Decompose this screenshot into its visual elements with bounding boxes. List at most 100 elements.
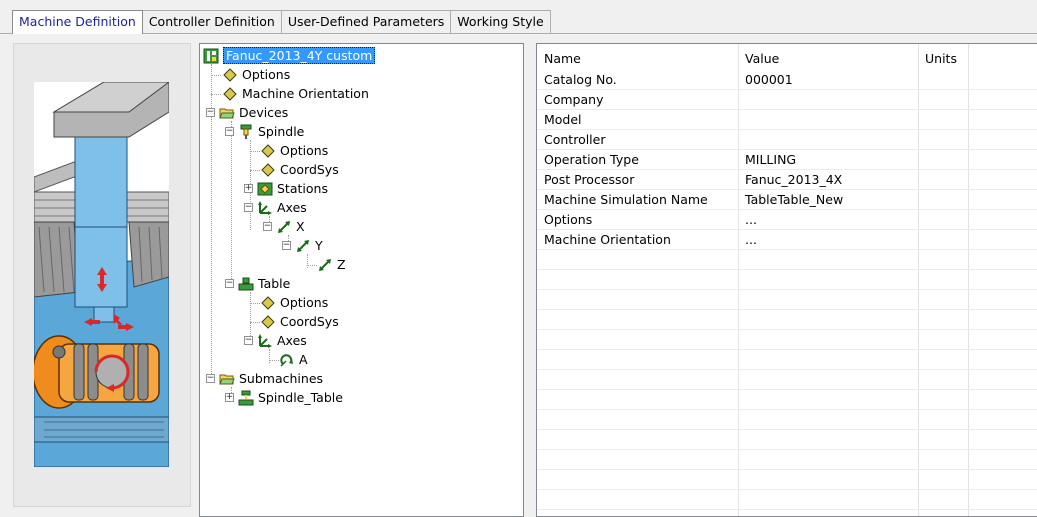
collapse-icon[interactable]: −: [244, 336, 253, 345]
tree-node-spindle-axes[interactable]: − Axes: [244, 198, 307, 217]
tree-node-table-options[interactable]: Options: [260, 293, 328, 312]
tree-node-options[interactable]: Options: [222, 65, 290, 84]
tree-node-root[interactable]: Fanuc_2013_4Y custom: [203, 46, 376, 65]
column-header-value[interactable]: Value: [738, 44, 918, 70]
row-name: Controller: [544, 132, 606, 147]
tree-connector: [250, 322, 260, 323]
tree-node-spindle-coordsys[interactable]: CoordSys: [260, 160, 339, 179]
expand-icon[interactable]: +: [244, 184, 253, 193]
row-value[interactable]: [738, 130, 918, 150]
row-units: [918, 210, 968, 230]
empty-row: [537, 390, 1037, 410]
row-value[interactable]: [738, 110, 918, 130]
collapse-icon[interactable]: −: [244, 203, 253, 212]
tree-node-submachines[interactable]: − Submachines: [206, 369, 323, 388]
folder-open-icon: [219, 371, 235, 387]
row-value[interactable]: ...: [738, 230, 918, 250]
submachine-icon: [238, 390, 254, 406]
column-header-name[interactable]: Name: [537, 44, 738, 70]
tree-node-axis-a[interactable]: A: [279, 350, 308, 369]
tree-connector: [250, 151, 260, 152]
axes-icon: [257, 200, 273, 216]
empty-row: [537, 250, 1037, 270]
tree-node-table[interactable]: − Table: [225, 274, 290, 293]
tree-label-spindle: Spindle: [258, 124, 305, 139]
tree-label-root: Fanuc_2013_4Y custom: [223, 47, 376, 64]
tree-label-devices: Devices: [239, 105, 289, 120]
tree-node-axis-z[interactable]: Z: [317, 255, 346, 274]
row-name: Options: [544, 212, 593, 227]
row-units: [918, 90, 968, 110]
tree-label-machine-orientation: Machine Orientation: [242, 86, 369, 101]
diamond-icon: [260, 162, 276, 178]
row-name: Model: [544, 112, 582, 127]
row-value[interactable]: Fanuc_2013_4X: [738, 170, 918, 190]
row-units: [918, 130, 968, 150]
tab-controller-definition[interactable]: Controller Definition: [142, 10, 282, 33]
tree-label-axis-a: A: [299, 352, 308, 367]
tree-connector: [307, 265, 317, 266]
column-header-units[interactable]: Units: [918, 44, 968, 70]
tree-node-spindle-table[interactable]: + Spindle_Table: [225, 388, 343, 407]
row-units: [918, 190, 968, 210]
tree-node-devices[interactable]: − Devices: [206, 103, 288, 122]
properties-grid[interactable]: Name Value Units Catalog No. 000001 Comp…: [536, 43, 1037, 517]
tree-connector: [211, 75, 221, 76]
collapse-icon[interactable]: −: [282, 241, 291, 250]
tree-label-table-options: Options: [280, 295, 329, 310]
row-name: Machine Simulation Name: [544, 192, 708, 207]
tab-strip: Machine Definition Controller Definition…: [12, 10, 551, 34]
tree-node-axis-y[interactable]: − Y: [282, 236, 323, 255]
empty-row: [537, 350, 1037, 370]
row-value[interactable]: ...: [738, 210, 918, 230]
collapse-icon[interactable]: −: [225, 279, 234, 288]
tree-node-spindle[interactable]: − Spindle: [225, 122, 304, 141]
collapse-icon[interactable]: −: [225, 127, 234, 136]
tree-node-axis-x[interactable]: − X: [263, 217, 305, 236]
linear-axis-icon: [295, 238, 311, 254]
tree-node-spindle-options[interactable]: Options: [260, 141, 328, 160]
row-value[interactable]: TableTable_New: [738, 190, 918, 210]
empty-row: [537, 410, 1037, 430]
table-row[interactable]: Options ...: [537, 210, 1037, 230]
machine-tree-view[interactable]: Fanuc_2013_4Y custom Options Machine Ori…: [199, 43, 524, 517]
tab-user-defined-parameters[interactable]: User-Defined Parameters: [281, 10, 452, 33]
row-name: Machine Orientation: [544, 232, 671, 247]
row-name: Catalog No.: [544, 72, 617, 87]
table-row[interactable]: Post Processor Fanuc_2013_4X: [537, 170, 1037, 190]
tree-node-stations[interactable]: + Stations: [244, 179, 328, 198]
table-row[interactable]: Company: [537, 90, 1037, 110]
table-row[interactable]: Controller: [537, 130, 1037, 150]
tree-label-table: Table: [258, 276, 291, 291]
tree-node-machine-orientation[interactable]: Machine Orientation: [222, 84, 369, 103]
row-value[interactable]: 000001: [738, 70, 918, 90]
tree-label-axis-z: Z: [337, 257, 346, 272]
tree-connector: [231, 121, 232, 287]
row-value[interactable]: MILLING: [738, 150, 918, 170]
collapse-icon[interactable]: −: [263, 222, 272, 231]
tree-label-spindle-table: Spindle_Table: [258, 390, 343, 405]
table-row[interactable]: Model: [537, 110, 1037, 130]
tree-node-table-coordsys[interactable]: CoordSys: [260, 312, 339, 331]
tab-working-style[interactable]: Working Style: [451, 10, 551, 33]
tree-label-spindle-coordsys: CoordSys: [280, 162, 339, 177]
rotary-axis-icon: [279, 352, 295, 368]
row-name: Post Processor: [544, 172, 635, 187]
table-row[interactable]: Machine Simulation Name TableTable_New: [537, 190, 1037, 210]
tree-connector: [211, 94, 221, 95]
tab-machine-definition[interactable]: Machine Definition: [12, 10, 143, 34]
tree-label-axis-y: Y: [315, 238, 323, 253]
expand-icon[interactable]: +: [225, 393, 234, 402]
table-row[interactable]: Machine Orientation ...: [537, 230, 1037, 250]
row-units: [918, 70, 968, 90]
tree-label-table-coordsys: CoordSys: [280, 314, 339, 329]
table-row[interactable]: Operation Type MILLING: [537, 150, 1037, 170]
row-units: [918, 110, 968, 130]
tree-node-table-axes[interactable]: − Axes: [244, 331, 307, 350]
collapse-icon[interactable]: −: [206, 108, 215, 117]
collapse-icon[interactable]: −: [206, 374, 215, 383]
tree-connector: [269, 360, 279, 361]
tree-label-spindle-options: Options: [280, 143, 329, 158]
table-row[interactable]: Catalog No. 000001: [537, 70, 1037, 90]
row-value[interactable]: [738, 90, 918, 110]
